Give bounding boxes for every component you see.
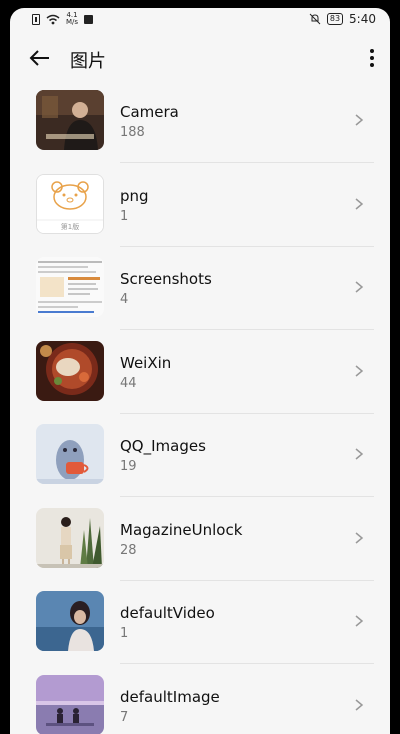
divider bbox=[120, 245, 374, 247]
divider bbox=[120, 162, 374, 163]
album-count: 28 bbox=[120, 542, 137, 558]
album-count: 44 bbox=[120, 375, 137, 391]
album-name: png bbox=[120, 186, 149, 205]
phone-screen: 4.1 M/s 83 5:40 图片 Camera 188 第1版 png 1 … bbox=[10, 8, 390, 734]
status-bar: 4.1 M/s 83 5:40 bbox=[10, 8, 390, 32]
sim-card-icon bbox=[32, 13, 40, 25]
divider bbox=[120, 496, 374, 497]
album-thumbnail bbox=[36, 674, 104, 734]
album-count: 7 bbox=[120, 709, 129, 725]
arrow-left-icon[interactable] bbox=[28, 46, 52, 70]
more-vertical-icon[interactable] bbox=[368, 46, 376, 70]
mute-bell-icon bbox=[309, 13, 321, 25]
album-thumbnail bbox=[36, 507, 104, 568]
album-name: MagazineUnlock bbox=[120, 520, 243, 539]
album-name: Camera bbox=[120, 103, 179, 121]
album-item-qq-images[interactable]: QQ_Images 19 bbox=[10, 421, 390, 505]
chevron-right-icon bbox=[355, 197, 364, 210]
thumb-caption: 第1版 bbox=[60, 222, 80, 231]
chevron-right-icon bbox=[355, 698, 364, 711]
clock: 5:40 bbox=[349, 12, 376, 26]
album-name: defaultVideo bbox=[120, 604, 215, 622]
album-count: 1 bbox=[120, 208, 129, 224]
divider bbox=[120, 329, 374, 330]
chevron-right-icon bbox=[355, 531, 364, 544]
album-thumbnail: 第1版 bbox=[36, 173, 104, 234]
album-count: 19 bbox=[120, 459, 137, 474]
album-item-png[interactable]: 第1版 png 1 bbox=[10, 171, 390, 255]
album-item-weixin[interactable]: WeiXin 44 bbox=[10, 338, 390, 422]
wifi-icon bbox=[46, 14, 60, 24]
album-name: WeiXin bbox=[120, 353, 172, 372]
album-thumbnail bbox=[36, 424, 104, 484]
album-item-magazineunlock[interactable]: MagazineUnlock 28 bbox=[10, 505, 390, 589]
divider bbox=[120, 412, 374, 414]
divider bbox=[120, 579, 374, 581]
album-count: 1 bbox=[120, 626, 129, 641]
chevron-right-icon bbox=[355, 615, 364, 627]
chevron-right-icon bbox=[355, 448, 364, 460]
chevron-right-icon bbox=[355, 364, 364, 377]
chevron-right-icon bbox=[355, 114, 364, 126]
album-list: Camera 188 第1版 png 1 Screenshots 4 WeiXi… bbox=[10, 87, 390, 734]
divider bbox=[120, 663, 374, 664]
album-thumbnail bbox=[36, 257, 104, 317]
album-name: defaultImage bbox=[120, 687, 220, 706]
album-item-screenshots[interactable]: Screenshots 4 bbox=[10, 254, 390, 338]
album-name: QQ_Images bbox=[120, 437, 206, 455]
page-title: 图片 bbox=[70, 51, 106, 72]
album-item-defaultvideo[interactable]: defaultVideo 1 bbox=[10, 588, 390, 672]
album-item-defaultimage[interactable]: defaultImage 7 bbox=[10, 672, 390, 734]
album-count: 4 bbox=[120, 292, 129, 307]
album-name: Screenshots bbox=[120, 270, 212, 288]
battery-indicator: 83 bbox=[326, 13, 344, 25]
album-item-camera[interactable]: Camera 188 bbox=[10, 87, 390, 171]
album-thumbnail bbox=[36, 591, 104, 651]
album-thumbnail bbox=[36, 90, 104, 150]
album-count: 188 bbox=[120, 125, 145, 140]
app-bar: 图片 bbox=[10, 38, 390, 78]
album-thumbnail bbox=[36, 340, 104, 401]
network-speed: 4.1 M/s bbox=[66, 11, 79, 26]
chevron-right-icon bbox=[355, 281, 364, 293]
notification-icon bbox=[84, 14, 94, 24]
